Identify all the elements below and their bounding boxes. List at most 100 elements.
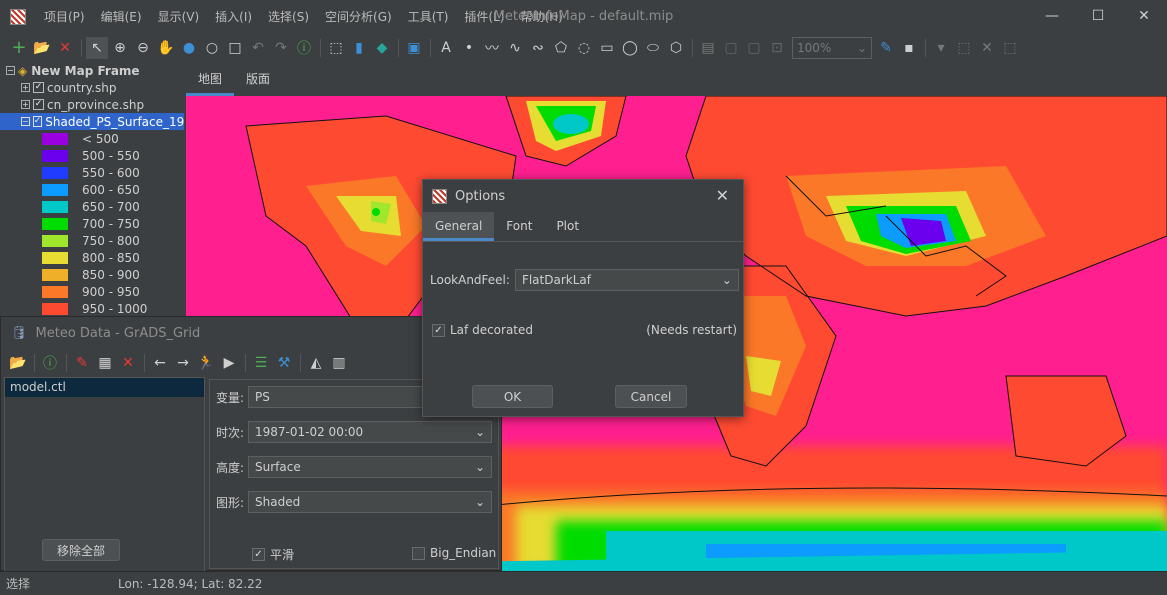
pencil-edit-icon[interactable]: ✎ bbox=[875, 37, 897, 59]
redo-icon[interactable]: ↷ bbox=[270, 37, 292, 59]
edit-vertices-icon[interactable]: ⬡ bbox=[665, 37, 687, 59]
select-features-icon[interactable]: ⬚ bbox=[325, 37, 347, 59]
legend-item[interactable]: 600 - 650 bbox=[0, 181, 184, 198]
point-tool-icon[interactable]: • bbox=[458, 37, 480, 59]
laf-decorated-row[interactable]: ✓ Laf decorated bbox=[432, 323, 533, 337]
layer-visible-checkbox[interactable]: ✓ bbox=[33, 99, 44, 110]
layer-visible-checkbox[interactable]: ✓ bbox=[33, 82, 44, 93]
legend-item[interactable]: 800 - 850 bbox=[0, 249, 184, 266]
delete-feature-icon[interactable]: ✕ bbox=[976, 37, 998, 59]
info-icon[interactable]: ⓘ bbox=[39, 352, 61, 374]
tools-icon[interactable]: ⚒ bbox=[273, 352, 295, 374]
arrow-left-icon[interactable]: ← bbox=[149, 352, 171, 374]
area-chart-icon[interactable]: ◭ bbox=[305, 352, 327, 374]
grid-table-icon[interactable]: ▦ bbox=[94, 352, 116, 374]
collapse-icon[interactable]: − bbox=[21, 117, 30, 126]
text-tool-icon[interactable]: A bbox=[435, 37, 457, 59]
menu-select[interactable]: 选择(S) bbox=[260, 0, 317, 34]
menu-edit[interactable]: 编辑(E) bbox=[93, 0, 150, 34]
curve-polygon-tool-icon[interactable]: ◌ bbox=[573, 37, 595, 59]
arrow-tool-icon[interactable]: ▾ bbox=[930, 37, 952, 59]
open-data-icon[interactable]: 📂 bbox=[7, 352, 29, 374]
remove-data-icon[interactable]: ✕ bbox=[117, 352, 139, 374]
tab-map[interactable]: 地图 bbox=[186, 62, 235, 96]
ok-button[interactable]: OK bbox=[472, 385, 553, 408]
big-endian-checkbox[interactable] bbox=[412, 546, 425, 560]
graphic-select[interactable]: Shaded ⌄ bbox=[248, 491, 492, 513]
page-setup-icon[interactable]: ▤ bbox=[697, 37, 719, 59]
maximize-button[interactable]: ☐ bbox=[1075, 0, 1121, 32]
menu-insert[interactable]: 插入(I) bbox=[207, 0, 260, 34]
arrow-right-icon[interactable]: → bbox=[172, 352, 194, 374]
zoom-out-icon[interactable]: ⊖ bbox=[132, 37, 154, 59]
layer-node-shaded-ps[interactable]: − ✓ Shaded_PS_Surface_19870102 bbox=[0, 113, 184, 130]
legend-item[interactable]: 850 - 900 bbox=[0, 266, 184, 283]
tab-general[interactable]: General bbox=[423, 212, 495, 241]
laf-decorated-checkbox[interactable]: ✓ bbox=[432, 323, 445, 337]
dialog-close-icon[interactable]: ✕ bbox=[716, 186, 729, 205]
legend-item[interactable]: 900 - 950 bbox=[0, 283, 184, 300]
close-window-button[interactable]: ✕ bbox=[1121, 0, 1167, 32]
pan-hand-icon[interactable]: ✋ bbox=[155, 37, 177, 59]
copy-page-icon[interactable]: ▢ bbox=[720, 37, 742, 59]
legend-item[interactable]: 650 - 700 bbox=[0, 198, 184, 215]
rectangle-tool-icon[interactable]: ▭ bbox=[596, 37, 618, 59]
move-feature-icon[interactable]: ⬚ bbox=[999, 37, 1021, 59]
legend-item[interactable]: 750 - 800 bbox=[0, 232, 184, 249]
layer-node-country[interactable]: + ✓ country.shp bbox=[0, 79, 184, 96]
magnifier-icon[interactable]: ○ bbox=[201, 37, 223, 59]
menu-help[interactable]: 帮助(H) bbox=[512, 0, 570, 34]
menu-view[interactable]: 显示(V) bbox=[150, 0, 208, 34]
paste-page-icon[interactable]: ▢ bbox=[743, 37, 765, 59]
tab-font[interactable]: Font bbox=[494, 212, 544, 241]
map-frame-node[interactable]: − ◈ New Map Frame bbox=[0, 62, 184, 79]
zoom-combo[interactable]: 100% ⌄ bbox=[792, 36, 872, 59]
time-select[interactable]: 1987-01-02 00:00 ⌄ bbox=[248, 421, 492, 443]
remove-layer-icon[interactable]: ✕ bbox=[54, 37, 76, 59]
add-layer-icon[interactable]: + bbox=[8, 37, 30, 59]
level-select[interactable]: Surface ⌄ bbox=[248, 456, 492, 478]
undo-icon[interactable]: ↶ bbox=[247, 37, 269, 59]
select-arrow-icon[interactable]: ↖ bbox=[86, 36, 108, 59]
legend-item[interactable]: < 500 bbox=[0, 130, 184, 147]
label-tag-icon[interactable]: ◆ bbox=[371, 37, 393, 59]
polyline-tool-icon[interactable]: 〰 bbox=[481, 37, 503, 59]
zoom-in-icon[interactable]: ⊕ bbox=[109, 37, 131, 59]
measure-icon[interactable]: ▮ bbox=[348, 37, 370, 59]
draw-icon[interactable]: ✎ bbox=[71, 352, 93, 374]
tab-layout[interactable]: 版面 bbox=[234, 62, 282, 96]
smooth-checkbox-row[interactable]: ✓ 平滑 bbox=[252, 546, 294, 563]
polygon-tool-icon[interactable]: ⬠ bbox=[550, 37, 572, 59]
layer-node-cn-province[interactable]: + ✓ cn_province.shp bbox=[0, 96, 184, 113]
expand-icon[interactable]: + bbox=[21, 83, 30, 92]
bar-chart-icon[interactable]: ▥ bbox=[328, 352, 350, 374]
animate-run-icon[interactable]: 🏃 bbox=[195, 352, 217, 374]
legend-item[interactable]: 950 - 1000 bbox=[0, 300, 184, 316]
freehand-tool-icon[interactable]: ∿ bbox=[504, 37, 526, 59]
fit-page-icon[interactable]: ⊡ bbox=[766, 37, 788, 59]
menu-spatial-analysis[interactable]: 空间分析(G) bbox=[317, 0, 400, 34]
play-frame-icon[interactable]: ▶ bbox=[218, 352, 240, 374]
curve-tool-icon[interactable]: ∾ bbox=[527, 37, 549, 59]
big-endian-checkbox-row[interactable]: Big_Endian bbox=[412, 546, 496, 560]
list-icon[interactable]: ☰ bbox=[250, 352, 272, 374]
ellipse-tool-icon[interactable]: ⬭ bbox=[642, 37, 664, 59]
menu-tools[interactable]: 工具(T) bbox=[400, 0, 457, 34]
identify-icon[interactable]: ⓘ bbox=[293, 37, 315, 59]
cancel-button[interactable]: Cancel bbox=[615, 385, 687, 408]
laf-select[interactable]: FlatDarkLaf ⌄ bbox=[514, 269, 739, 291]
collapse-icon[interactable]: − bbox=[6, 66, 15, 75]
menu-plugins[interactable]: 插件(L) bbox=[456, 0, 512, 34]
circle-tool-icon[interactable]: ◯ bbox=[619, 37, 641, 59]
layer-visible-checkbox[interactable]: ✓ bbox=[32, 116, 43, 127]
minimize-button[interactable]: — bbox=[1029, 0, 1075, 32]
full-extent-globe-icon[interactable]: ● bbox=[178, 37, 200, 59]
legend-item[interactable]: 500 - 550 bbox=[0, 147, 184, 164]
legend-item[interactable]: 550 - 600 bbox=[0, 164, 184, 181]
file-item[interactable]: model.ctl bbox=[5, 378, 204, 397]
save-edit-icon[interactable]: ▪ bbox=[898, 37, 920, 59]
remove-all-button[interactable]: 移除全部 bbox=[42, 539, 120, 561]
expand-icon[interactable]: + bbox=[21, 100, 30, 109]
image-icon[interactable]: ▣ bbox=[403, 37, 425, 59]
select-vertex-icon[interactable]: ⬚ bbox=[953, 37, 975, 59]
